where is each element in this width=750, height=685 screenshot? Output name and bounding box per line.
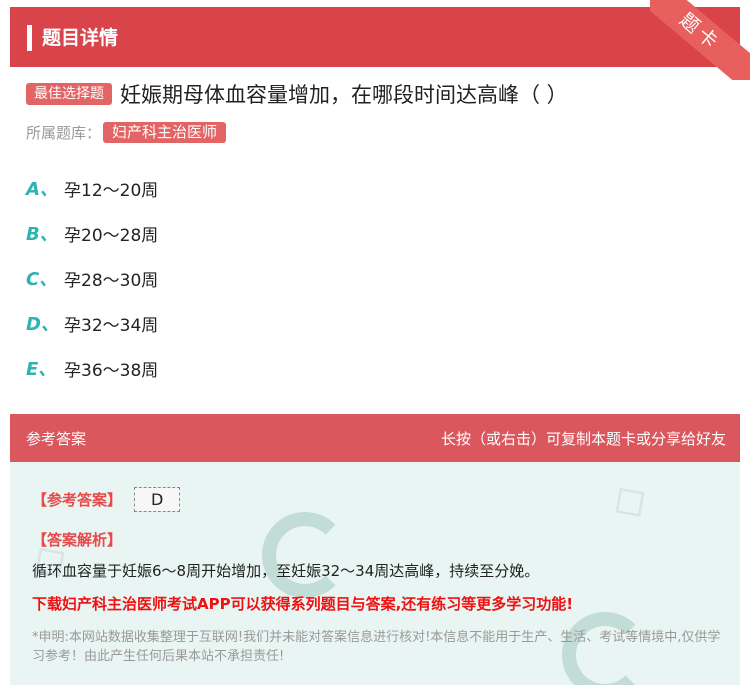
option-text: 孕28～30周 <box>64 270 159 291</box>
analysis-label: 【答案解析】 <box>32 531 123 549</box>
answer-header-title: 参考答案 <box>26 430 87 448</box>
reference-answer-value: D <box>134 487 181 512</box>
disclaimer-text: *申明:本网站数据收集整理于互联网!我们并未能对答案信息进行核对!本信息不能用于… <box>32 630 721 664</box>
option-e[interactable]: E、 孕36～38周 <box>26 356 159 381</box>
option-letter: A、 <box>26 179 58 200</box>
option-d[interactable]: D、 孕32～34周 <box>26 311 159 336</box>
library-row: 所属题库： 妇产科主治医师 <box>26 121 227 143</box>
header-accent <box>27 25 32 51</box>
option-text: 孕36～38周 <box>64 360 159 381</box>
page-title: 题目详情 <box>42 27 119 49</box>
option-letter: D、 <box>26 314 59 335</box>
reference-answer-label: 【参考答案】 <box>32 491 123 509</box>
reference-answer-row: 【参考答案】 D <box>32 487 181 512</box>
option-letter: E、 <box>26 359 57 380</box>
option-a[interactable]: A、 孕12～20周 <box>26 176 159 201</box>
watermark-icon: ◇ <box>597 466 658 532</box>
watermark-logo-icon <box>262 512 348 598</box>
option-letter: C、 <box>26 269 58 290</box>
answer-body: ◇ ◇ 【参考答案】 D 【答案解析】 循环血容量于妊娠6～8周开始增加，至妊娠… <box>10 462 740 685</box>
option-letter: B、 <box>26 224 58 245</box>
corner-ribbon: 题卡 <box>650 0 750 80</box>
option-b[interactable]: B、 孕20～28周 <box>26 221 159 246</box>
answer-header: 参考答案 长按（或右击）可复制本题卡或分享给好友 <box>10 414 740 462</box>
share-hint: 长按（或右击）可复制本题卡或分享给好友 <box>440 430 726 448</box>
option-text: 孕32～34周 <box>64 315 159 336</box>
option-text: 孕12～20周 <box>64 180 159 201</box>
app-download-promo[interactable]: 下载妇产科主治医师考试APP可以获得系列题目与答案,还有练习等更多学习功能! <box>32 593 573 614</box>
option-text: 孕20～28周 <box>64 225 159 246</box>
analysis-text: 循环血容量于妊娠6～8周开始增加，至妊娠32～34周达高峰，持续至分娩。 <box>32 562 540 580</box>
question-text: 妊娠期母体血容量增加，在哪段时间达高峰（ ） <box>120 83 568 107</box>
header-bar: 题目详情 <box>10 7 740 67</box>
question-type-badge: 最佳选择题 <box>26 83 112 105</box>
library-label: 所属题库： <box>26 123 102 142</box>
library-tag[interactable]: 妇产科主治医师 <box>103 121 227 143</box>
ribbon-label: 题卡 <box>650 0 750 80</box>
question-row: 最佳选择题 妊娠期母体血容量增加，在哪段时间达高峰（ ） <box>26 80 568 108</box>
option-c[interactable]: C、 孕28～30周 <box>26 266 159 291</box>
